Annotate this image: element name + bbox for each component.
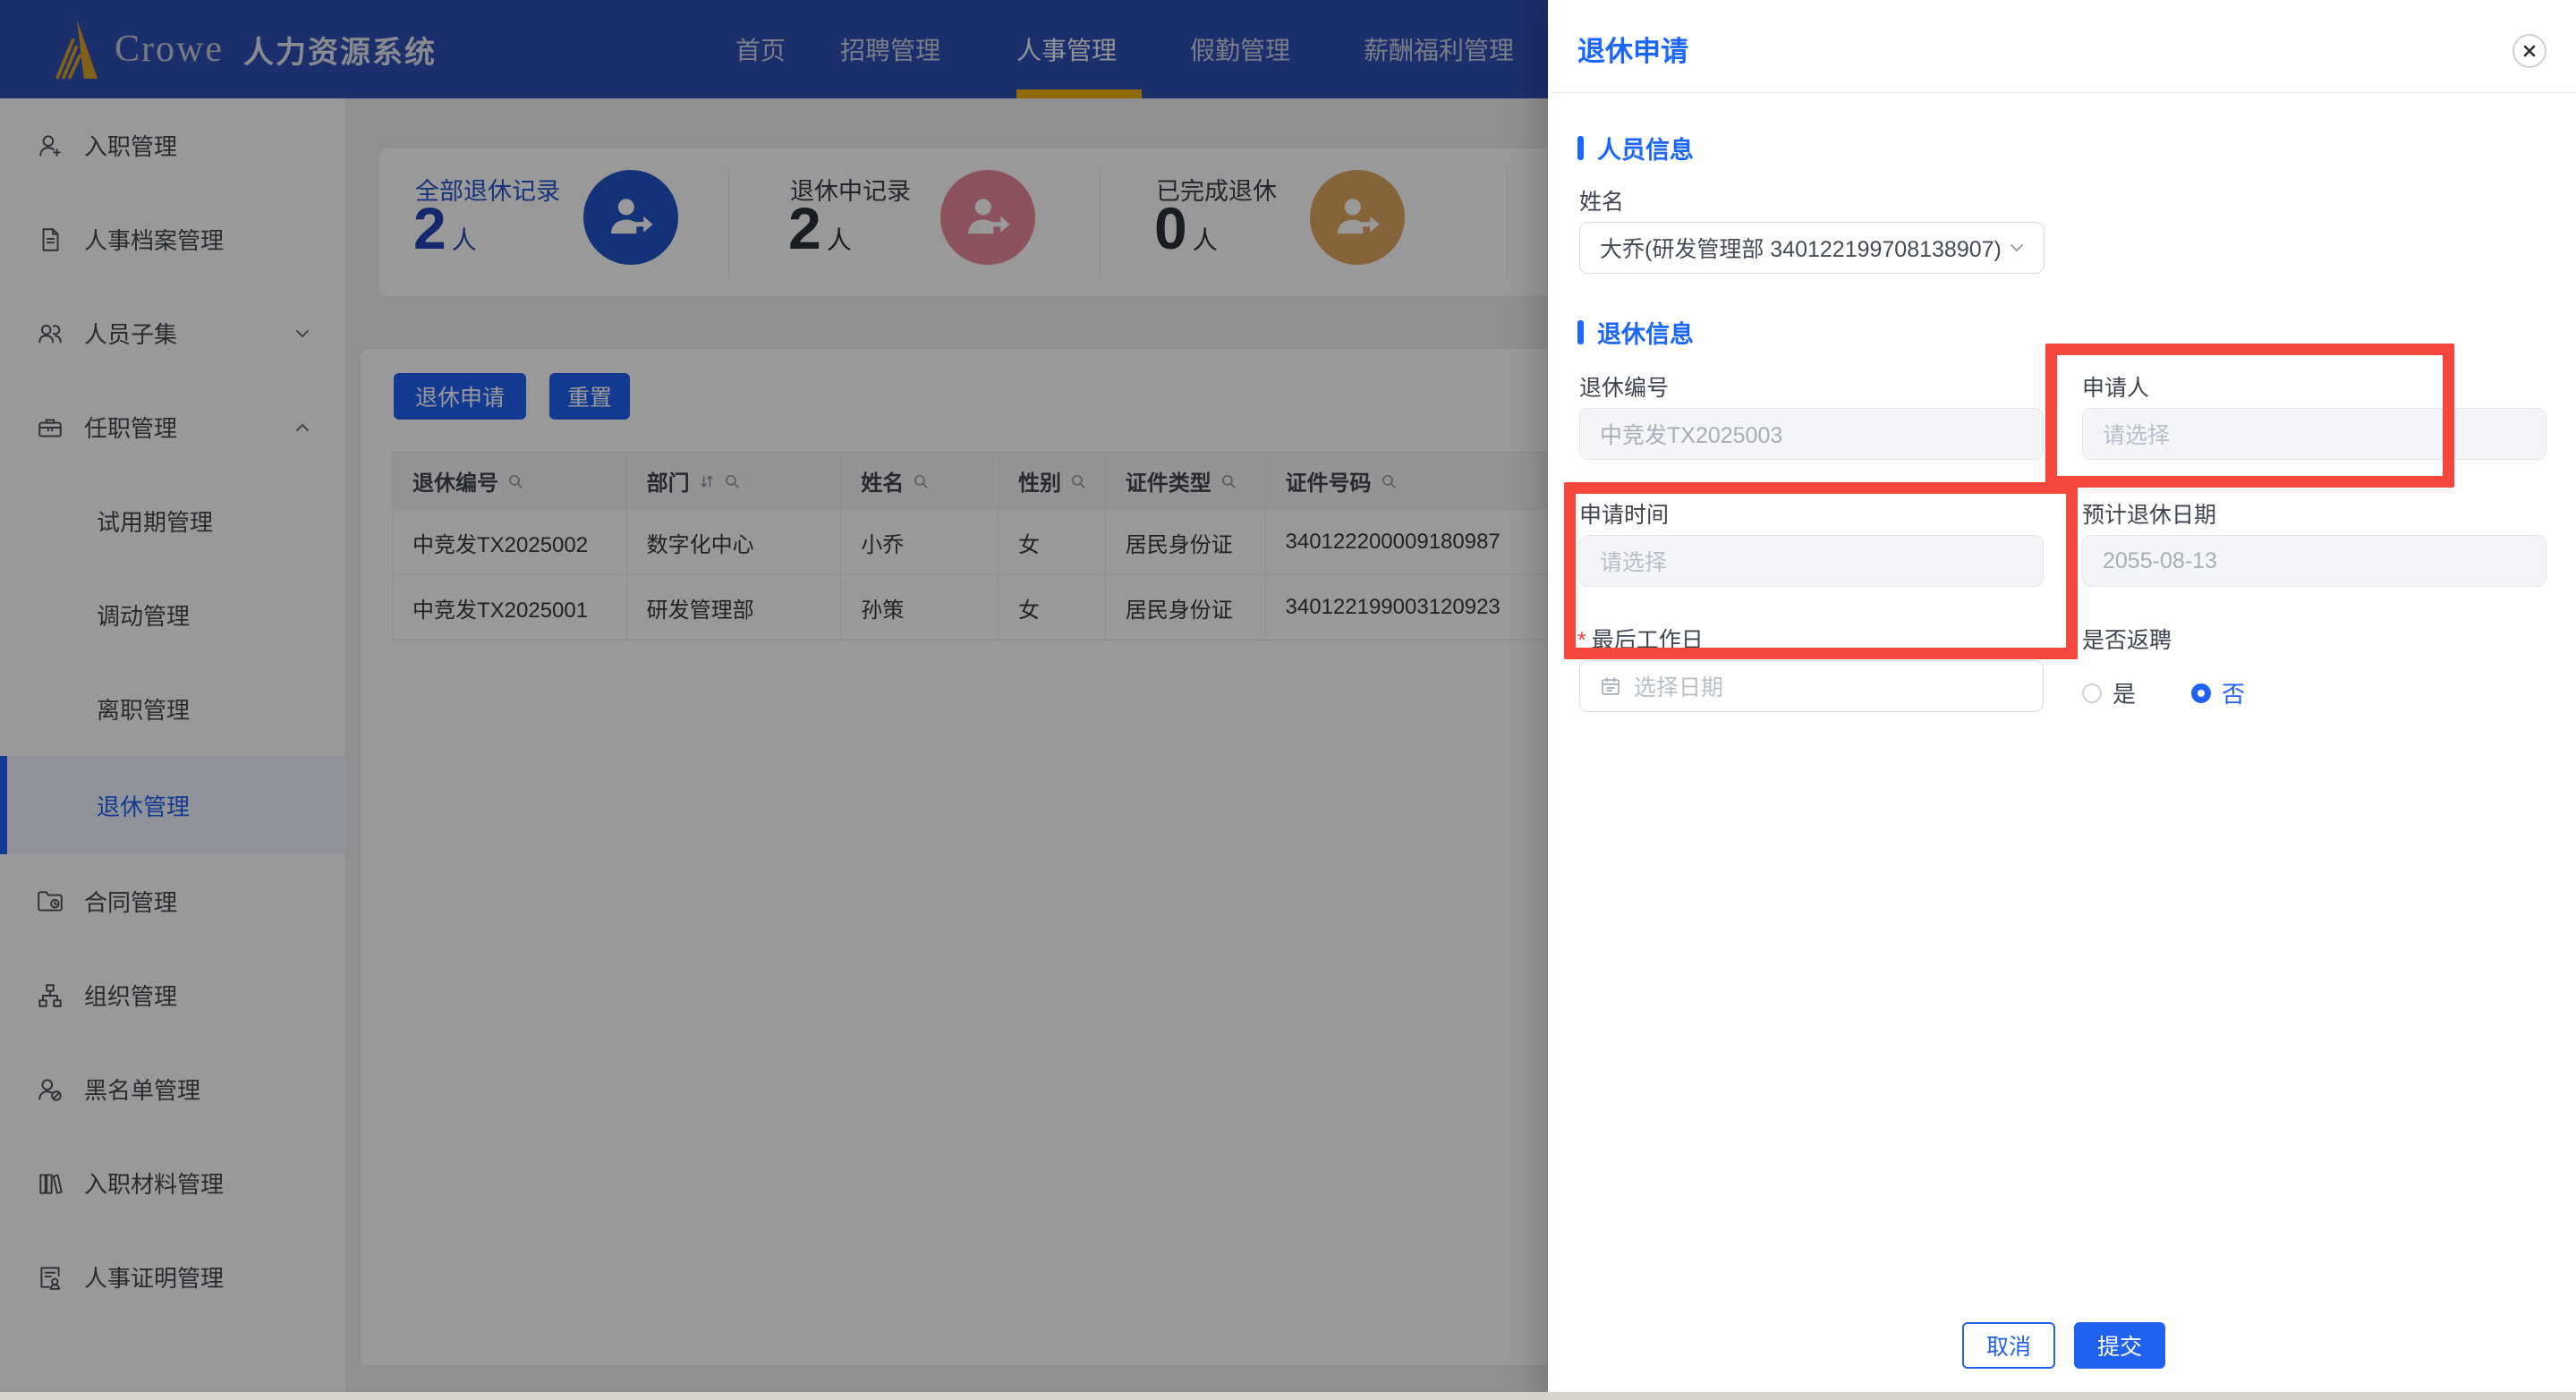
section-title: 人员信息 (1597, 137, 1694, 164)
close-icon (2523, 45, 2536, 57)
section-accent-bar (1577, 320, 1584, 344)
section-retire-info: 退休信息 (1577, 315, 1694, 350)
section-accent-bar (1577, 136, 1584, 160)
annotation-box-apply-time (1564, 482, 2078, 659)
radio-no[interactable] (2191, 683, 2212, 703)
section-person-info: 人员信息 (1577, 131, 1694, 165)
name-field-label: 姓名 (1579, 190, 1625, 215)
app-screen: Crowe 人力资源系统 首页 招聘管理 人事管理 假勤管理 薪酬福利管理 入职… (0, 0, 2576, 1400)
drawer-title: 退休申请 (1577, 36, 1688, 67)
retire-no-input: 中竞发TX2025003 (1579, 408, 2044, 460)
rehire-radio-group: 是 否 (2082, 676, 2300, 709)
retire-no-value: 中竞发TX2025003 (1600, 423, 1783, 448)
annotation-box-applicant (2045, 344, 2454, 488)
name-select-value: 大乔(研发管理部 340122199708138907) (1600, 237, 2002, 262)
calendar-icon (1602, 677, 1620, 695)
last-work-day-datepicker[interactable]: 选择日期 (1579, 660, 2044, 712)
divider (1548, 92, 2576, 93)
last-work-day-placeholder: 选择日期 (1634, 675, 1724, 700)
radio-no-label[interactable]: 否 (2222, 676, 2245, 709)
expected-date-value: 2055-08-13 (2103, 547, 2217, 573)
submit-button[interactable]: 提交 (2074, 1322, 2165, 1369)
cancel-button[interactable]: 取消 (1962, 1322, 2055, 1369)
horizontal-scrollbar[interactable] (0, 1392, 2576, 1400)
radio-yes[interactable] (2082, 683, 2102, 703)
expected-date-label: 预计退休日期 (2082, 503, 2217, 528)
modal-dim-overlay[interactable] (0, 0, 1548, 1400)
name-select[interactable]: 大乔(研发管理部 340122199708138907) (1579, 222, 2045, 274)
retire-no-label: 退休编号 (1579, 376, 1670, 401)
rehire-label: 是否返聘 (2082, 628, 2172, 653)
close-button[interactable] (2512, 34, 2546, 68)
expected-date-input: 2055-08-13 (2082, 535, 2546, 587)
retirement-application-drawer: 退休申请 人员信息 姓名 大乔(研发管理部 340122199708138907… (1548, 0, 2576, 1400)
section-title: 退休信息 (1597, 321, 1694, 348)
radio-yes-label[interactable]: 是 (2113, 676, 2136, 709)
chevron-down-icon (2011, 244, 2023, 252)
